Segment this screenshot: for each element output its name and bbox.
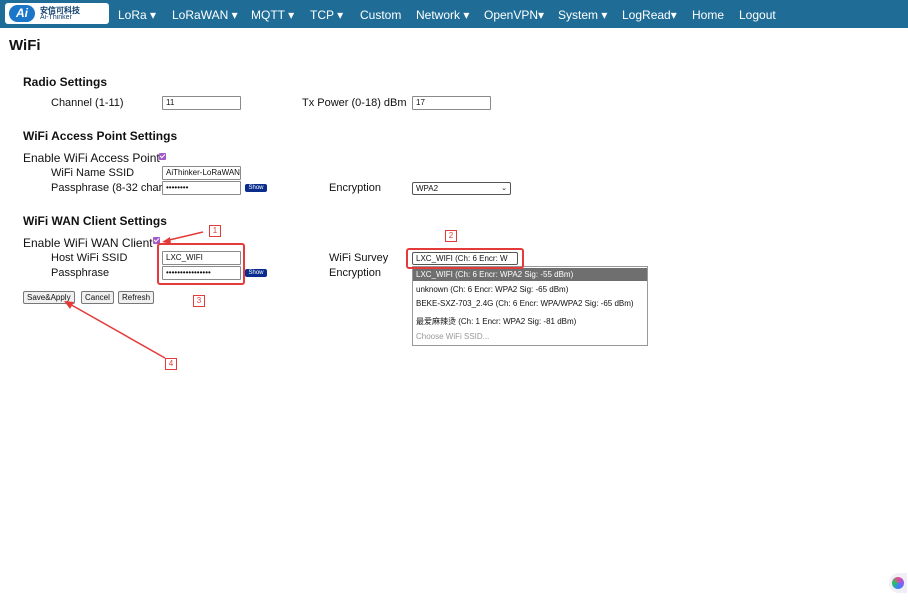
assistant-floating-icon[interactable] [889, 573, 907, 593]
annotation-arrow-4 [67, 302, 166, 359]
assistant-icon [892, 577, 904, 589]
annotation-arrows [64, 231, 204, 359]
arrow-head-icon [162, 237, 171, 244]
annotation-arrow-1 [164, 231, 204, 242]
